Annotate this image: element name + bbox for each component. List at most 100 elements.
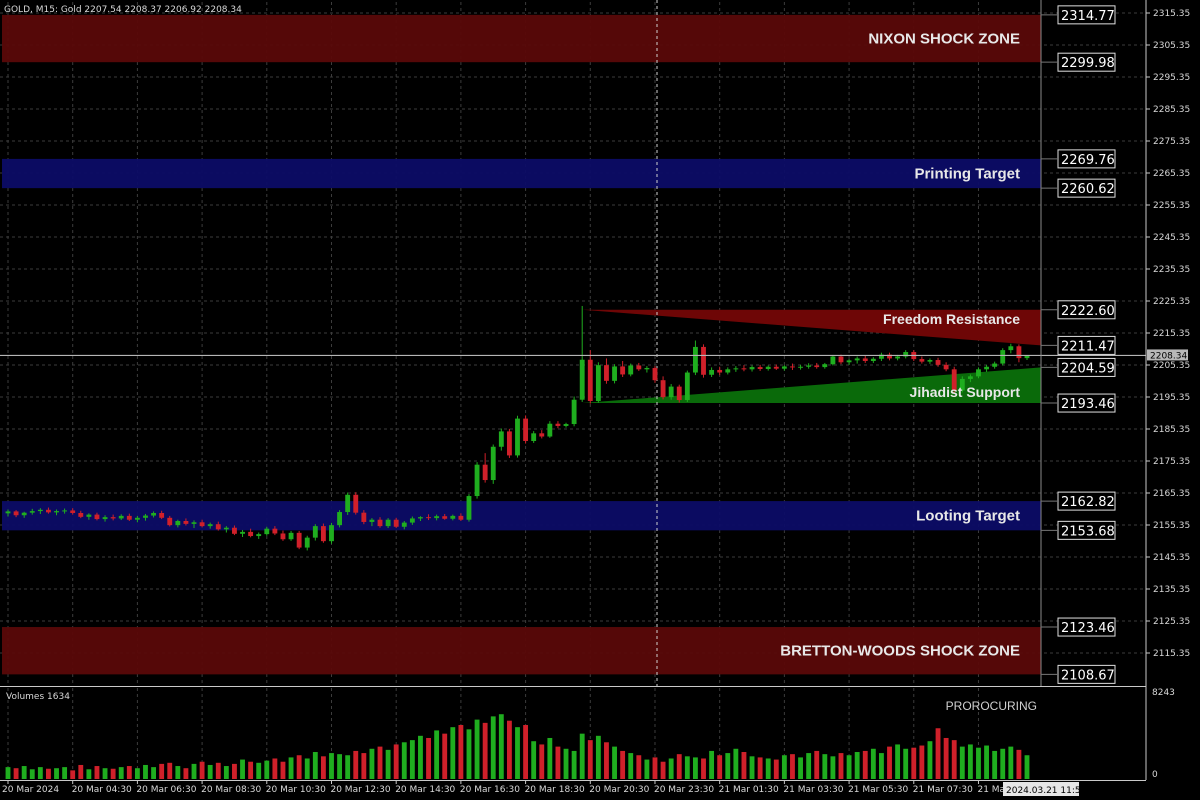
candle-body: [523, 418, 529, 441]
candle[interactable]: [474, 462, 480, 499]
candle-body: [676, 386, 682, 401]
candle[interactable]: [353, 492, 359, 515]
candle-body: [312, 526, 318, 538]
candle-body: [870, 358, 876, 361]
volume-bar: [450, 727, 456, 779]
volume-watermark: PROROCURING: [946, 699, 1037, 713]
candle-body: [288, 532, 294, 540]
volume-bar: [555, 746, 561, 779]
candle[interactable]: [337, 510, 343, 528]
trading-chart[interactable]: NIXON SHOCK ZONE Printing Target Looting T…: [0, 0, 1200, 800]
candle[interactable]: [490, 444, 496, 484]
volume-bar: [490, 716, 496, 779]
candle-body: [13, 511, 19, 516]
volume-bar: [822, 754, 828, 779]
candle-body: [595, 365, 601, 401]
time-tick-label: 20 Mar 18:30: [525, 785, 585, 795]
candle[interactable]: [523, 415, 529, 444]
volume-bar: [78, 764, 84, 779]
time-tick-label: 20 Mar 10:30: [266, 785, 326, 795]
volume-bar: [304, 758, 310, 779]
volume-bar: [126, 766, 132, 779]
candle-body: [506, 431, 512, 456]
price-axis[interactable]: 2315.35 2305.35 2295.35 2285.35 2275.35 2265.…: [1146, 9, 1190, 659]
candle[interactable]: [1000, 348, 1006, 366]
candle-body: [232, 527, 237, 534]
candle-body: [78, 513, 84, 517]
candle[interactable]: [329, 522, 334, 544]
candle[interactable]: [296, 530, 302, 550]
volume-bar: [199, 761, 205, 779]
candle[interactable]: [676, 384, 682, 403]
candle-body: [490, 446, 496, 481]
candle-body: [846, 360, 852, 363]
candle-body: [660, 380, 666, 398]
level-price-text: 2314.77: [1061, 9, 1115, 24]
candle-body: [814, 365, 820, 368]
volume-bar: [353, 750, 359, 779]
candle[interactable]: [571, 396, 577, 427]
volume-bar: [401, 742, 407, 779]
volume-bar: [159, 763, 165, 779]
time-tick-label: 21 Mar 01:30: [719, 785, 779, 795]
candle-body: [54, 511, 59, 513]
volume-bar: [798, 757, 803, 779]
candle[interactable]: [515, 415, 520, 458]
price-tick-label: 2295.35: [1153, 73, 1190, 83]
candle-body: [474, 464, 480, 497]
zone-label: Printing Target: [914, 166, 1020, 183]
candle-body: [248, 531, 254, 537]
candle[interactable]: [506, 428, 512, 458]
volume-bar: [701, 758, 706, 779]
candle-body: [765, 366, 771, 369]
candle-body: [652, 368, 658, 381]
symbol-header: GOLD, M15: Gold 2207.54 2208.37 2206.92 …: [4, 5, 242, 15]
volume-bar: [215, 762, 221, 779]
candle[interactable]: [466, 494, 472, 522]
candle[interactable]: [345, 492, 351, 515]
volume-bar: [110, 768, 116, 779]
volume-bar: [984, 745, 989, 779]
volume-bar: [757, 757, 763, 779]
candle-body: [337, 512, 343, 526]
volume-bar: [37, 767, 43, 779]
price-tick-label: 2165.35: [1153, 489, 1190, 499]
volume-bar: [515, 727, 520, 779]
candle-body: [692, 346, 698, 373]
price-tick-label: 2255.35: [1153, 201, 1190, 211]
candle-body: [733, 368, 739, 370]
volume-bar: [46, 768, 51, 779]
volume-bar: [118, 767, 124, 779]
candle[interactable]: [612, 364, 617, 384]
volume-bar: [191, 763, 197, 779]
volume-bar: [361, 753, 367, 779]
volume-bar: [531, 741, 537, 779]
volume-bar: [781, 755, 787, 779]
candle-body: [102, 517, 108, 520]
candle-body: [482, 464, 488, 481]
candle[interactable]: [595, 362, 601, 403]
candle-body: [175, 521, 181, 526]
volume-bar: [312, 752, 318, 779]
candle-body: [240, 531, 245, 534]
candle-body: [798, 366, 803, 368]
candle[interactable]: [684, 370, 690, 402]
volume-bar: [733, 748, 739, 779]
time-tick-label: 20 Mar 14:30: [395, 785, 455, 795]
volume-bar: [94, 766, 100, 779]
candle-body: [458, 515, 464, 520]
candle-body: [895, 356, 901, 359]
candle-body: [280, 533, 286, 540]
time-tick-label: 20 Mar 08:30: [201, 785, 261, 795]
time-tick-label: 20 Mar 20:30: [589, 785, 649, 795]
volume-bar: [248, 761, 254, 779]
candle-body: [1000, 350, 1006, 364]
candle-body: [1016, 346, 1022, 359]
volume-bar: [523, 725, 529, 779]
volume-bar: [636, 755, 642, 779]
candle[interactable]: [701, 344, 706, 378]
candle[interactable]: [320, 523, 326, 543]
current-price-tag-text: 2208.34: [1150, 351, 1187, 361]
candle-body: [126, 515, 132, 520]
volume-bar: [830, 756, 836, 779]
